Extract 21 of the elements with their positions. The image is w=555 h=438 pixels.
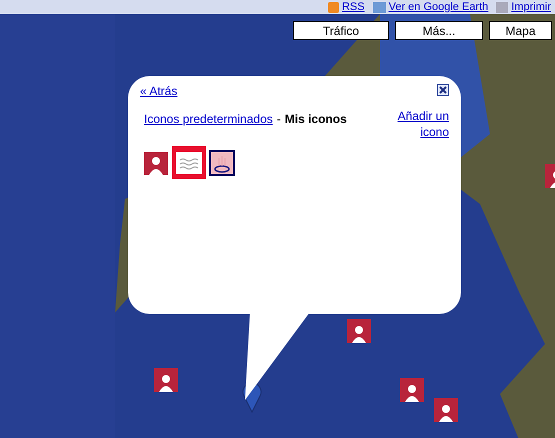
top-link[interactable]: Imprimir bbox=[496, 0, 551, 14]
marker-icon[interactable] bbox=[434, 398, 458, 422]
add-icon-link[interactable]: Añadir un icono bbox=[389, 108, 449, 140]
top-link[interactable]: Ver en Google Earth bbox=[372, 0, 488, 14]
icon-set-tab[interactable]: Mis iconos bbox=[284, 112, 347, 126]
close-icon[interactable] bbox=[437, 84, 449, 96]
back-link[interactable]: « Atrás bbox=[140, 84, 178, 98]
icon-set-tab[interactable]: Iconos predeterminados bbox=[144, 112, 273, 126]
marker-icon[interactable] bbox=[347, 319, 371, 343]
marker-icon[interactable] bbox=[400, 378, 424, 402]
marker-icon[interactable] bbox=[545, 164, 555, 188]
separator: - bbox=[276, 112, 281, 126]
person-icon[interactable] bbox=[143, 150, 169, 176]
rss-icon bbox=[328, 2, 339, 12]
top-link[interactable]: RSS bbox=[328, 0, 365, 14]
water-icon[interactable] bbox=[172, 146, 206, 179]
map-type-button[interactable]: Más... bbox=[395, 21, 483, 40]
map-type-button[interactable]: Mapa bbox=[489, 21, 552, 40]
marker-icon[interactable] bbox=[154, 368, 178, 392]
map-type-button[interactable]: Tráfico bbox=[293, 21, 389, 40]
steam-icon[interactable] bbox=[209, 150, 235, 176]
